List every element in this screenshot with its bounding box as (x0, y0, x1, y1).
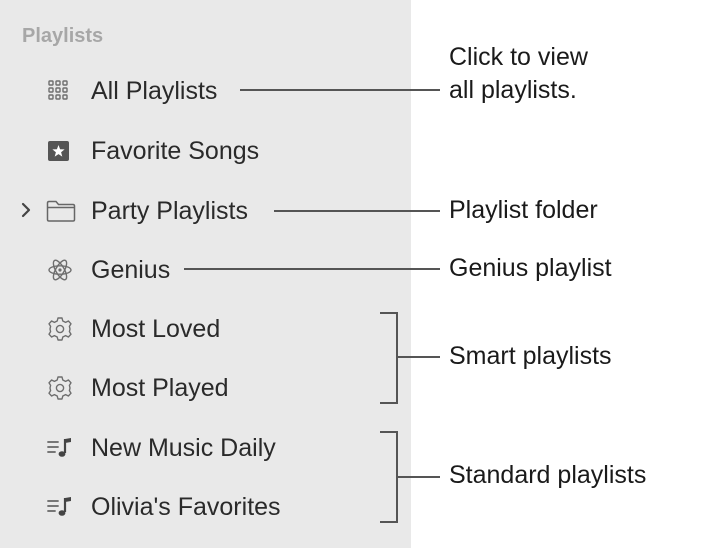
playlist-icon (46, 494, 76, 520)
section-header-playlists: Playlists (22, 25, 104, 47)
playlist-icon (46, 435, 76, 461)
sidebar: Playlists All Playlists Favorite Songs P… (0, 0, 411, 548)
atom-icon (46, 257, 76, 283)
chevron-right-icon[interactable] (18, 198, 36, 222)
gear-icon (46, 375, 76, 401)
sidebar-item-most-loved[interactable]: Most Loved (0, 308, 411, 348)
sidebar-item-label: All Playlists (91, 77, 218, 105)
gear-icon (46, 316, 76, 342)
leader-line-all-playlists (240, 89, 440, 91)
callout-playlist-folder: Playlist folder (449, 196, 598, 224)
sidebar-item-label: Most Loved (91, 315, 221, 343)
folder-icon (46, 198, 76, 224)
bracket-smart (380, 312, 398, 404)
bracket-standard (380, 431, 398, 523)
callout-all-playlists: Click to view all playlists. (449, 43, 588, 104)
callout-standard-playlists: Standard playlists (449, 461, 647, 489)
leader-line-smart (398, 356, 440, 358)
leader-line-folder (274, 210, 440, 212)
sidebar-item-favorite-songs[interactable]: Favorite Songs (0, 130, 411, 170)
sidebar-item-new-music-daily[interactable]: New Music Daily (0, 427, 411, 467)
leader-line-genius (184, 268, 440, 270)
callout-genius-playlist: Genius playlist (449, 254, 612, 282)
sidebar-item-label: Genius (91, 256, 171, 284)
leader-line-standard (398, 476, 440, 478)
grid-icon (46, 78, 76, 104)
sidebar-item-label: New Music Daily (91, 434, 276, 462)
sidebar-item-label: Favorite Songs (91, 137, 260, 165)
callout-smart-playlists: Smart playlists (449, 342, 612, 370)
sidebar-item-label: Olivia's Favorites (91, 493, 281, 521)
sidebar-item-label: Party Playlists (91, 197, 248, 225)
star-icon (46, 138, 76, 164)
sidebar-item-olivias-favorites[interactable]: Olivia's Favorites (0, 486, 411, 526)
sidebar-item-label: Most Played (91, 374, 229, 402)
sidebar-item-most-played[interactable]: Most Played (0, 367, 411, 407)
